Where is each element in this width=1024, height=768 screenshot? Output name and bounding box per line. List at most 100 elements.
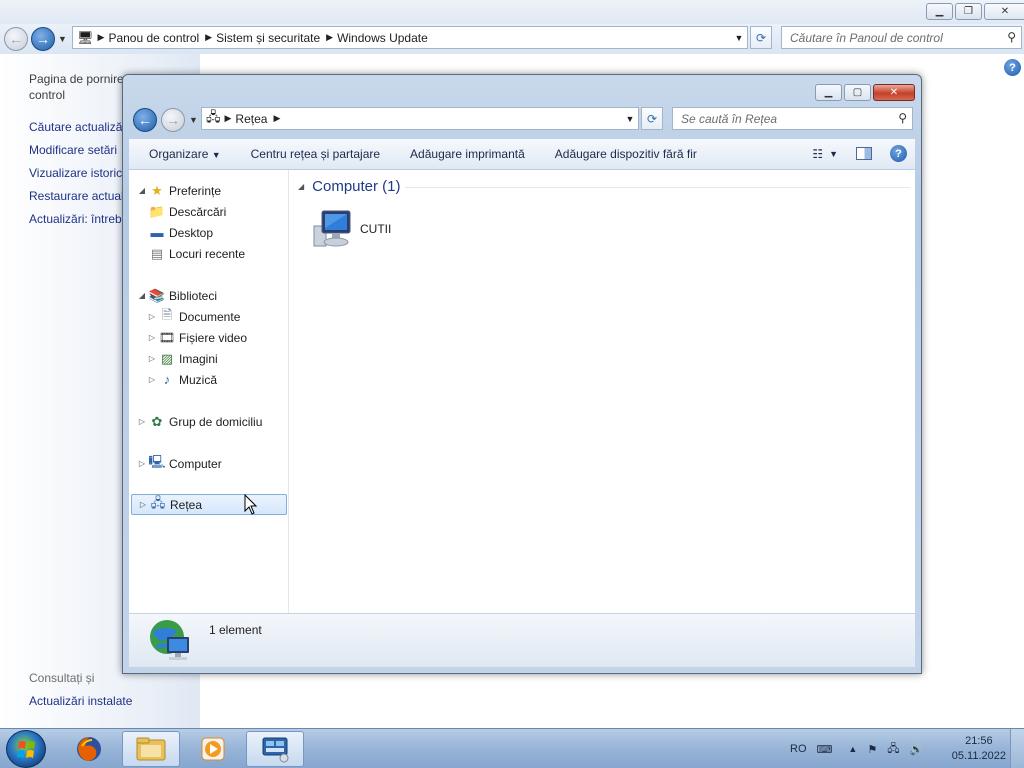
search-placeholder: Căutare în Panoul de control bbox=[790, 30, 943, 45]
forward-button[interactable]: → bbox=[161, 108, 185, 132]
tree-item-libraries[interactable]: ◢ 📚 Biblioteci bbox=[137, 285, 217, 306]
explorer-search-input[interactable]: Se caută în Rețea ⚲ bbox=[672, 107, 913, 130]
show-desktop-button[interactable] bbox=[1010, 729, 1024, 768]
firefox-icon bbox=[77, 737, 101, 761]
back-button[interactable]: ← bbox=[4, 27, 28, 51]
collapse-arrow-icon[interactable]: ◢ bbox=[298, 182, 304, 191]
close-button[interactable]: ✕ bbox=[984, 3, 1024, 20]
tree-item-music[interactable]: ▷ ♪ Muzică bbox=[147, 369, 217, 390]
tree-item-network[interactable]: ▷ 🖧 Rețea bbox=[131, 494, 287, 515]
language-indicator[interactable]: RO bbox=[790, 743, 807, 755]
expand-arrow-icon[interactable]: ▷ bbox=[147, 375, 157, 384]
sidebar-link-change-settings[interactable]: Modificare setări bbox=[29, 143, 117, 157]
maximize-button[interactable]: ▢ bbox=[844, 84, 871, 101]
refresh-icon: ⟳ bbox=[646, 111, 658, 126]
expand-arrow-icon[interactable]: ▷ bbox=[138, 500, 148, 509]
recent-pages-dropdown[interactable]: ▼ bbox=[189, 115, 198, 125]
control-panel-search-input[interactable]: Căutare în Panoul de control ⚲ bbox=[781, 26, 1022, 49]
details-pane: 1 element bbox=[129, 613, 915, 667]
tree-item-desktop[interactable]: ▬ Desktop bbox=[149, 222, 214, 243]
sidebar-link-view-history[interactable]: Vizualizare istoric bbox=[29, 166, 122, 180]
sidebar-link-check-updates[interactable]: Căutare actualizări bbox=[29, 120, 129, 134]
clock-date: 05.11.2022 bbox=[951, 750, 1006, 762]
tree-item-homegroup[interactable]: ▷ ✿ Grup de domiciliu bbox=[137, 411, 262, 432]
desktop-icon: ▬ bbox=[150, 225, 164, 240]
forward-arrow-icon: → bbox=[36, 31, 50, 47]
organize-menu[interactable]: Organizare ▼ bbox=[129, 147, 236, 161]
network-tray-icon[interactable]: 🖧 bbox=[887, 740, 899, 759]
network-computer-item[interactable]: CUTII bbox=[308, 208, 391, 250]
back-arrow-icon: ← bbox=[138, 112, 152, 128]
control-panel-home-link[interactable]: Pagina de pornire control bbox=[29, 71, 124, 103]
refresh-button[interactable]: ⟳ bbox=[641, 107, 663, 130]
breadcrumb-system-security[interactable]: Sistem și securitate bbox=[212, 31, 326, 45]
taskbar-firefox[interactable] bbox=[60, 731, 118, 767]
expand-arrow-icon[interactable]: ▷ bbox=[147, 333, 157, 342]
tree-label: Locuri recente bbox=[169, 246, 246, 261]
forward-button[interactable]: → bbox=[31, 27, 55, 51]
add-wireless-device-button[interactable]: Adăugare dispozitiv fără fir bbox=[540, 147, 712, 161]
tree-label: Documente bbox=[179, 309, 241, 324]
group-header-computer[interactable]: ◢ Computer (1) bbox=[298, 178, 401, 195]
videos-icon: 🎞 bbox=[158, 329, 176, 345]
start-button[interactable] bbox=[6, 730, 46, 768]
minimize-button[interactable]: ▁ bbox=[926, 3, 953, 20]
breadcrumb-control-panel[interactable]: Panou de control bbox=[104, 31, 205, 45]
address-dropdown-icon[interactable]: ▼ bbox=[731, 33, 747, 43]
help-icon[interactable]: ? bbox=[890, 145, 907, 162]
see-also-heading: Consultați și bbox=[29, 671, 95, 685]
action-center-flag-icon[interactable]: ⚑ bbox=[867, 743, 877, 756]
tree-item-documents[interactable]: ▷ 🗎 Documente bbox=[147, 306, 240, 327]
refresh-icon: ⟳ bbox=[755, 30, 767, 45]
control-panel-address-bar[interactable]: 🖥 ▶ Panou de control ▶ Sistem și securit… bbox=[72, 26, 748, 49]
network-icon: 🖧 bbox=[206, 108, 221, 124]
tree-item-recent[interactable]: ▤ Locuri recente bbox=[149, 243, 245, 264]
explorer-navbar: ← → ▼ 🖧 ▶ Rețea ▶ ▼ ⟳ Se caută în Rețea … bbox=[123, 105, 921, 135]
folder-icon bbox=[136, 737, 166, 761]
recent-pages-dropdown[interactable]: ▼ bbox=[58, 34, 67, 44]
volume-icon[interactable]: 🔊 bbox=[909, 743, 923, 756]
tree-item-pictures[interactable]: ▷ ▨ Imagini bbox=[147, 348, 218, 369]
breadcrumb-separator-icon: ▶ bbox=[224, 113, 232, 123]
expand-arrow-icon[interactable]: ▷ bbox=[147, 312, 157, 321]
minimize-button[interactable]: ▁ bbox=[815, 84, 842, 101]
breadcrumb-windows-update[interactable]: Windows Update bbox=[333, 31, 434, 45]
taskbar-explorer[interactable] bbox=[122, 731, 180, 767]
taskbar-control-panel[interactable] bbox=[246, 731, 304, 767]
home-link-line1: Pagina de pornire bbox=[29, 72, 124, 86]
network-center-button[interactable]: Centru rețea și partajare bbox=[236, 147, 395, 161]
help-icon[interactable]: ? bbox=[1004, 59, 1021, 76]
sidebar-link-faq[interactable]: Actualizări: întrebări bbox=[29, 212, 135, 226]
tree-item-computer[interactable]: ▷ 🖳 Computer bbox=[137, 453, 222, 474]
breadcrumb-network[interactable]: Rețea bbox=[231, 112, 273, 126]
search-icon[interactable]: ⚲ bbox=[1007, 30, 1016, 44]
expand-arrow-icon[interactable]: ▷ bbox=[147, 354, 157, 363]
taskbar-media-player[interactable] bbox=[184, 731, 242, 767]
keyboard-icon[interactable]: ⌨ bbox=[817, 743, 833, 756]
libraries-icon: 📚 bbox=[148, 287, 166, 303]
sidebar-link-installed-updates[interactable]: Actualizări instalate bbox=[29, 694, 132, 708]
close-button[interactable]: ✕ bbox=[873, 84, 915, 101]
explorer-address-bar[interactable]: 🖧 ▶ Rețea ▶ ▼ bbox=[201, 107, 639, 130]
add-printer-button[interactable]: Adăugare imprimantă bbox=[395, 147, 540, 161]
restore-button[interactable]: ❐ bbox=[955, 3, 982, 20]
tree-item-videos[interactable]: ▷ 🎞 Fișiere video bbox=[147, 327, 247, 348]
tree-item-downloads[interactable]: 📁 Descărcări bbox=[149, 201, 226, 222]
star-icon: ★ bbox=[151, 182, 163, 198]
collapse-arrow-icon[interactable]: ◢ bbox=[137, 186, 147, 195]
tree-item-favorites[interactable]: ◢ ★ Preferințe bbox=[137, 180, 221, 201]
address-dropdown-icon[interactable]: ▼ bbox=[622, 114, 638, 124]
clock[interactable]: 21:56 05.11.2022 bbox=[952, 734, 1006, 764]
back-button[interactable]: ← bbox=[133, 108, 157, 132]
show-hidden-icons-arrow-icon[interactable]: ▲ bbox=[848, 744, 857, 754]
expand-arrow-icon[interactable]: ▷ bbox=[137, 417, 147, 426]
collapse-arrow-icon[interactable]: ◢ bbox=[137, 291, 147, 300]
back-arrow-icon: ← bbox=[9, 31, 23, 47]
expand-arrow-icon[interactable]: ▷ bbox=[137, 459, 147, 468]
control-panel-caption-buttons: ▁ ❐ ✕ bbox=[926, 3, 1024, 20]
group-divider bbox=[405, 187, 910, 188]
preview-pane-icon[interactable] bbox=[856, 147, 872, 160]
change-view-button[interactable]: ☷ ▼ bbox=[812, 147, 838, 161]
search-icon[interactable]: ⚲ bbox=[898, 111, 907, 125]
refresh-button[interactable]: ⟳ bbox=[750, 26, 772, 49]
